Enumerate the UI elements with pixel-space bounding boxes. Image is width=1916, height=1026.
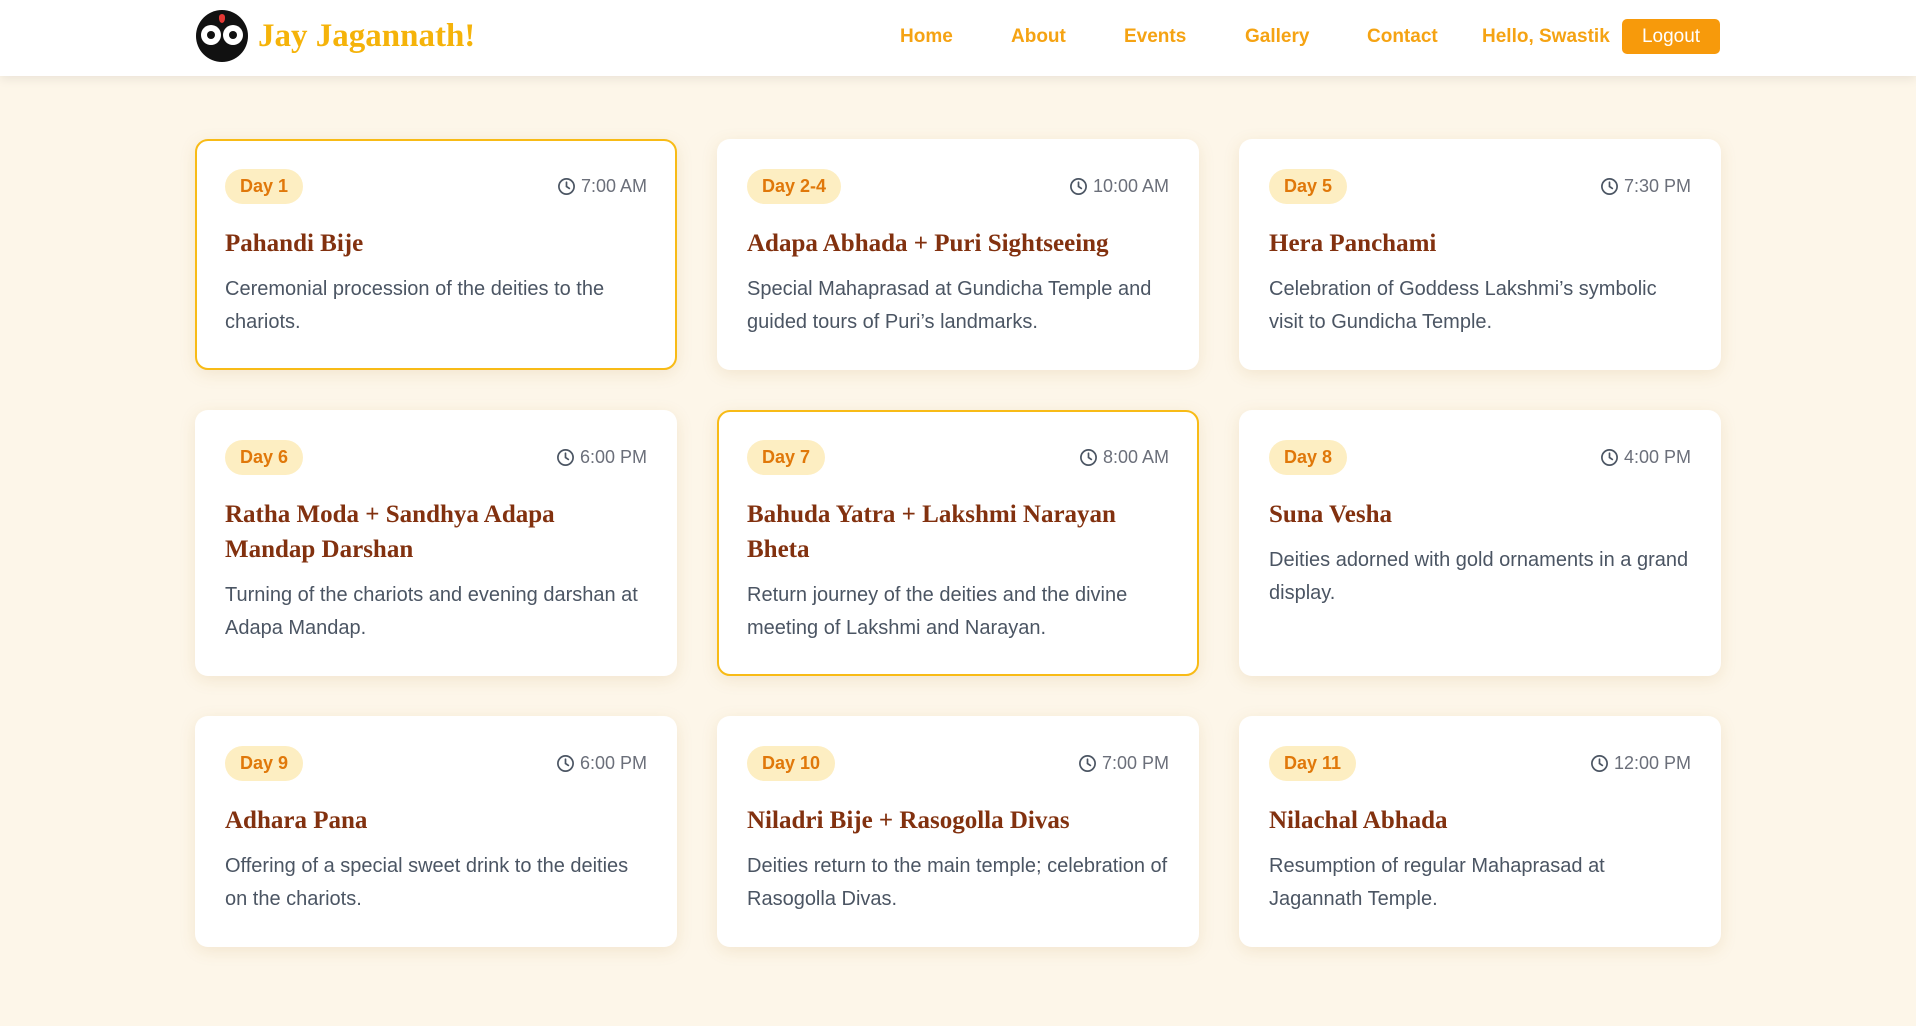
event-time: 6:00 PM: [556, 440, 647, 475]
event-title: Ratha Moda + Sandhya Adapa Mandap Darsha…: [225, 501, 555, 563]
event-card[interactable]: Day 1 7:00 AM Pahandi Bije Ceremonial pr…: [195, 139, 677, 370]
event-description: Special Mahaprasad at Gundicha Temple an…: [747, 278, 1152, 333]
event-time-text: 7:30 PM: [1623, 176, 1691, 196]
clock-icon: [557, 178, 575, 195]
event-title: Adhara Pana: [225, 807, 368, 834]
event-time: 8:00 AM: [1079, 440, 1169, 475]
event-description: Deities adorned with gold ornaments in a…: [1269, 549, 1689, 604]
day-badge: Day 7: [747, 440, 826, 475]
event-time: 7:30 PM: [1600, 169, 1691, 204]
event-card[interactable]: Day 8 4:00 PM Suna Vesha Deities adorned…: [1239, 410, 1721, 676]
event-time-text: 10:00 AM: [1092, 176, 1169, 196]
event-title: Suna Vesha: [1269, 501, 1392, 528]
clock-icon: [1590, 755, 1608, 772]
navbar: Jay Jagannath! Home About Events Gallery…: [0, 0, 1916, 76]
event-time-text: 12:00 PM: [1613, 753, 1691, 773]
event-time: 7:00 PM: [1078, 746, 1169, 781]
clock-icon: [1079, 449, 1097, 466]
day-badge: Day 2-4: [747, 169, 842, 204]
nav-link-contact[interactable]: Contact: [1367, 22, 1438, 52]
event-description: Ceremonial procession of the deities to …: [225, 278, 605, 333]
event-time: 4:00 PM: [1600, 440, 1691, 475]
event-description: Celebration of Goddess Lakshmi’s symboli…: [1269, 278, 1657, 333]
event-description: Deities return to the main temple; celeb…: [747, 855, 1168, 910]
user-greeting: Hello, Swastik: [1482, 26, 1610, 47]
event-card[interactable]: Day 9 6:00 PM Adhara Pana Offering of a …: [195, 716, 677, 947]
event-description: Return journey of the deities and the di…: [747, 584, 1128, 639]
clock-icon: [556, 449, 574, 466]
clock-icon: [1600, 178, 1618, 195]
day-badge: Day 11: [1269, 746, 1357, 781]
day-badge: Day 10: [747, 746, 836, 781]
event-title: Nilachal Abhada: [1269, 807, 1448, 834]
event-description: Offering of a special sweet drink to the…: [225, 855, 629, 910]
event-card[interactable]: Day 2-4 10:00 AM Adapa Abhada + Puri Sig…: [717, 139, 1199, 370]
clock-icon: [1600, 449, 1618, 466]
event-time: 6:00 PM: [556, 746, 647, 781]
clock-icon: [1078, 755, 1096, 772]
nav-link-gallery[interactable]: Gallery: [1245, 22, 1309, 52]
event-description: Resumption of regular Mahaprasad at Jaga…: [1269, 855, 1605, 910]
event-title: Adapa Abhada + Puri Sightseeing: [747, 230, 1109, 257]
event-card[interactable]: Day 5 7:30 PM Hera Panchami Celebration …: [1239, 139, 1721, 370]
clock-icon: [1069, 178, 1087, 195]
clock-icon: [556, 755, 574, 772]
event-time-text: 6:00 PM: [579, 447, 647, 467]
event-time: 12:00 PM: [1590, 746, 1691, 781]
day-badge: Day 6: [225, 440, 304, 475]
event-time-text: 8:00 AM: [1102, 447, 1169, 467]
event-title: Hera Panchami: [1269, 230, 1437, 257]
event-title: Bahuda Yatra + Lakshmi Narayan Bheta: [747, 501, 1116, 563]
event-time: 7:00 AM: [557, 169, 647, 204]
logout-button[interactable]: Logout: [1622, 19, 1720, 54]
day-badge: Day 1: [225, 169, 304, 204]
event-title: Niladri Bije + Rasogolla Divas: [747, 807, 1070, 834]
day-badge: Day 9: [225, 746, 304, 781]
day-badge: Day 8: [1269, 440, 1348, 475]
nav-link-about[interactable]: About: [1011, 22, 1066, 52]
event-time-text: 6:00 PM: [579, 753, 647, 773]
event-card[interactable]: Day 6 6:00 PM Ratha Moda + Sandhya Adapa…: [195, 410, 677, 676]
event-time: 10:00 AM: [1069, 169, 1169, 204]
event-title: Pahandi Bije: [225, 230, 364, 257]
event-time-text: 7:00 AM: [580, 176, 647, 196]
event-description: Turning of the chariots and evening dars…: [225, 584, 638, 639]
event-time-text: 7:00 PM: [1101, 753, 1169, 773]
nav-link-home[interactable]: Home: [900, 22, 953, 52]
event-card[interactable]: Day 10 7:00 PM Niladri Bije + Rasogolla …: [717, 716, 1199, 947]
day-badge: Day 5: [1269, 169, 1348, 204]
nav-link-events[interactable]: Events: [1124, 22, 1186, 52]
event-time-text: 4:00 PM: [1623, 447, 1691, 467]
event-card[interactable]: Day 11 12:00 PM Nilachal Abhada Resumpti…: [1239, 716, 1721, 947]
event-card[interactable]: Day 7 8:00 AM Bahuda Yatra + Lakshmi Nar…: [717, 410, 1199, 676]
